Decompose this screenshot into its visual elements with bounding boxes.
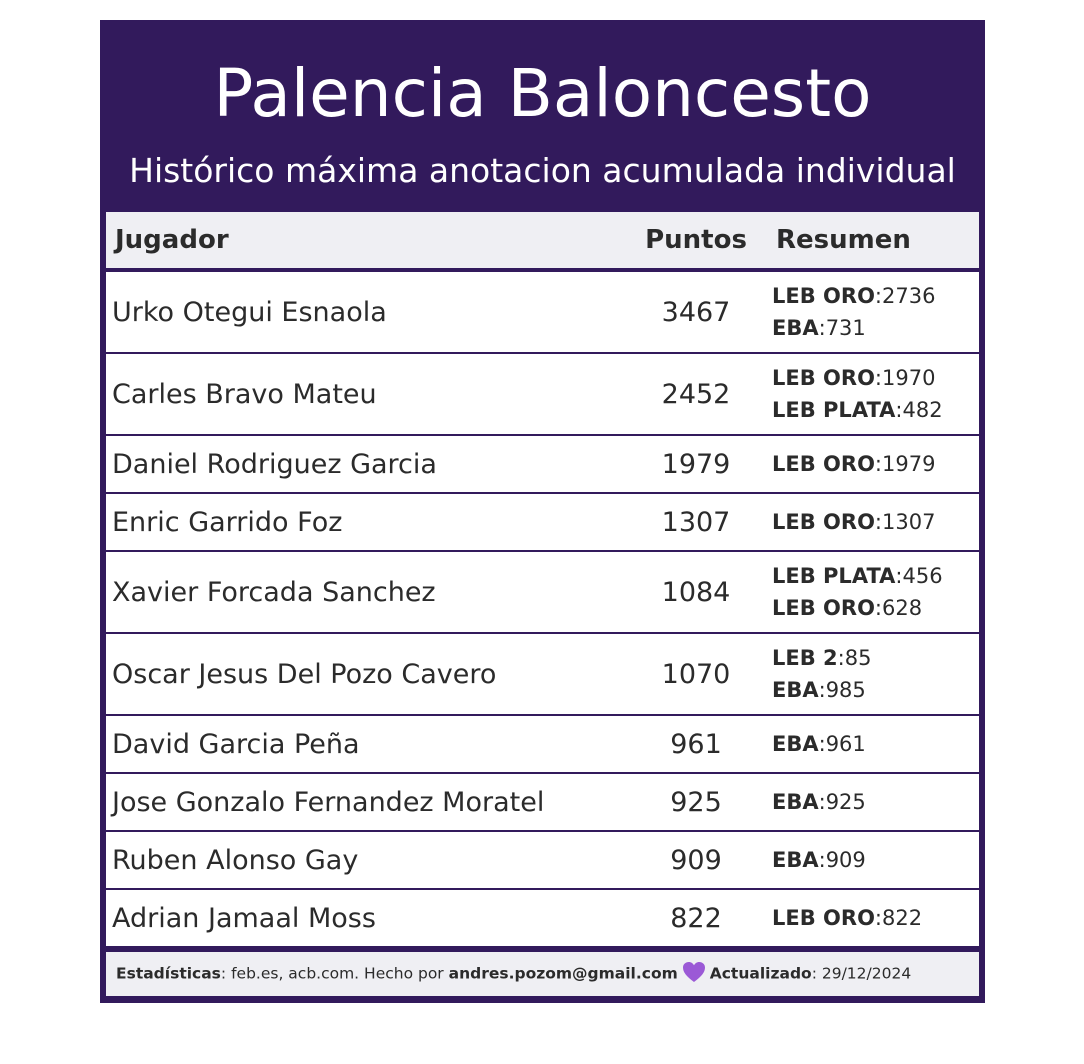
league-name: EBA: [772, 316, 819, 340]
player-summary: LEB ORO:1979: [772, 436, 935, 492]
league-name: LEB ORO: [772, 510, 875, 534]
table-row: Jose Gonzalo Fernandez Moratel 925 EBA:925: [106, 774, 979, 830]
player-summary: LEB ORO:2736 EBA:731: [772, 272, 935, 352]
page-subtitle: Histórico máxima anotacion acumulada ind…: [129, 151, 956, 190]
league-name: LEB PLATA: [772, 398, 896, 422]
league-name: EBA: [772, 790, 819, 814]
summary-entry: EBA:909: [772, 848, 866, 872]
table-row: Enric Garrido Foz 1307 LEB ORO:1307: [106, 494, 979, 550]
footer-stats-sources: : feb.es, acb.com. Hecho por: [220, 964, 449, 983]
player-name: David Garcia Peña: [112, 728, 360, 760]
summary-entry: EBA:925: [772, 790, 866, 814]
league-points: 85: [844, 646, 872, 670]
table-row: Carles Bravo Mateu 2452 LEB ORO:1970 LEB PL…: [106, 354, 979, 434]
summary-entry: LEB ORO:628: [772, 596, 923, 620]
summary-entry: LEB ORO:1970: [772, 366, 936, 390]
player-summary: EBA:925: [772, 774, 866, 830]
league-name: LEB ORO: [772, 906, 875, 930]
footer-updated-value: : 29/12/2024: [811, 964, 912, 983]
summary-entry: EBA:961: [772, 732, 866, 756]
league-name: EBA: [772, 732, 819, 756]
purple-heart-icon: [682, 961, 706, 987]
footer-updated-label: Actualizado: [709, 964, 812, 983]
summary-entry: LEB ORO:1307: [772, 510, 936, 534]
footer-author-email: andres.pozom@gmail.com: [448, 964, 678, 983]
player-name: Ruben Alonso Gay: [112, 844, 359, 876]
player-name: Jose Gonzalo Fernandez Moratel: [112, 786, 545, 818]
table-row: Daniel Rodriguez Garcia 1979 LEB ORO:1979: [106, 436, 979, 492]
league-points: 456: [902, 564, 943, 588]
player-name: Enric Garrido Foz: [112, 506, 343, 538]
summary-entry: EBA:985: [772, 678, 866, 702]
table-row: Oscar Jesus Del Pozo Cavero 1070 LEB 2:85 E…: [106, 634, 979, 714]
table-row: Ruben Alonso Gay 909 EBA:909: [106, 832, 979, 888]
league-points: 822: [882, 906, 923, 930]
summary-entry: LEB 2:85: [772, 646, 872, 670]
footer-stats-label: Estadísticas: [116, 964, 221, 983]
player-points: 1307: [661, 506, 731, 538]
summary-entry: LEB PLATA:456: [772, 564, 943, 588]
summary-entry: LEB ORO:822: [772, 906, 923, 930]
player-points: 3467: [661, 296, 731, 328]
summary-entry: LEB ORO:2736: [772, 284, 936, 308]
player-points: 2452: [661, 378, 731, 410]
league-name: EBA: [772, 678, 819, 702]
league-name: LEB ORO: [772, 452, 875, 476]
summary-entry: LEB PLATA:482: [772, 398, 943, 422]
table-row: Xavier Forcada Sanchez 1084 LEB PLATA:456 L…: [106, 552, 979, 632]
player-points: 925: [670, 786, 722, 818]
league-points: 1979: [882, 452, 936, 476]
player-summary: LEB 2:85 EBA:985: [772, 634, 871, 714]
table-row: David Garcia Peña 961 EBA:961: [106, 716, 979, 772]
player-summary: LEB ORO:1307: [772, 494, 935, 550]
player-summary: LEB ORO:1970 LEB PLATA:482: [772, 354, 943, 434]
league-points: 909: [825, 848, 866, 872]
player-points: 822: [670, 902, 722, 934]
player-summary: EBA:909: [772, 832, 866, 888]
league-name: LEB ORO: [772, 366, 875, 390]
league-name: EBA: [772, 848, 819, 872]
table-header: Jugador Puntos Resumen: [106, 212, 979, 268]
league-points: 1970: [882, 366, 936, 390]
league-name: LEB 2: [772, 646, 838, 670]
league-name: LEB PLATA: [772, 564, 896, 588]
player-name: Adrian Jamaal Moss: [112, 902, 376, 934]
player-points: 1070: [661, 658, 731, 690]
player-points: 961: [670, 728, 722, 760]
player-name: Xavier Forcada Sanchez: [112, 576, 436, 608]
league-points: 961: [825, 732, 866, 756]
table-row: Urko Otegui Esnaola 3467 LEB ORO:2736 EBA:7…: [106, 272, 979, 352]
player-name: Oscar Jesus Del Pozo Cavero: [112, 658, 497, 690]
player-summary: LEB PLATA:456 LEB ORO:628: [772, 552, 943, 632]
player-name: Carles Bravo Mateu: [112, 378, 377, 410]
table-row: Adrian Jamaal Moss 822 LEB ORO:822: [106, 890, 979, 946]
league-points: 2736: [882, 284, 936, 308]
league-points: 925: [825, 790, 866, 814]
league-name: LEB ORO: [772, 284, 875, 308]
table-body: Urko Otegui Esnaola 3467 LEB ORO:2736 EBA:7…: [106, 272, 979, 946]
summary-entry: EBA:731: [772, 316, 866, 340]
player-points: 1084: [661, 576, 731, 608]
player-name: Daniel Rodriguez Garcia: [112, 448, 437, 480]
footer: Estadísticas: feb.es, acb.com. Hecho por…: [106, 952, 979, 996]
page-title: Palencia Baloncesto: [213, 55, 872, 132]
league-points: 1307: [882, 510, 936, 534]
league-points: 628: [882, 596, 923, 620]
summary-entry: LEB ORO:1979: [772, 452, 936, 476]
column-header-points: Puntos: [645, 225, 747, 255]
player-summary: LEB ORO:822: [772, 890, 922, 946]
player-name: Urko Otegui Esnaola: [112, 296, 387, 328]
scoring-table: Jugador Puntos Resumen Urko Otegui Esnao…: [106, 212, 979, 948]
league-name: LEB ORO: [772, 596, 875, 620]
league-points: 482: [902, 398, 943, 422]
player-summary: EBA:961: [772, 716, 866, 772]
column-header-player: Jugador: [115, 225, 229, 255]
league-points: 985: [825, 678, 866, 702]
league-points: 731: [825, 316, 866, 340]
column-header-summary: Resumen: [776, 225, 911, 255]
infographic-card: Palencia Baloncesto Histórico máxima ano…: [100, 20, 985, 1003]
player-points: 909: [670, 844, 722, 876]
player-points: 1979: [661, 448, 731, 480]
